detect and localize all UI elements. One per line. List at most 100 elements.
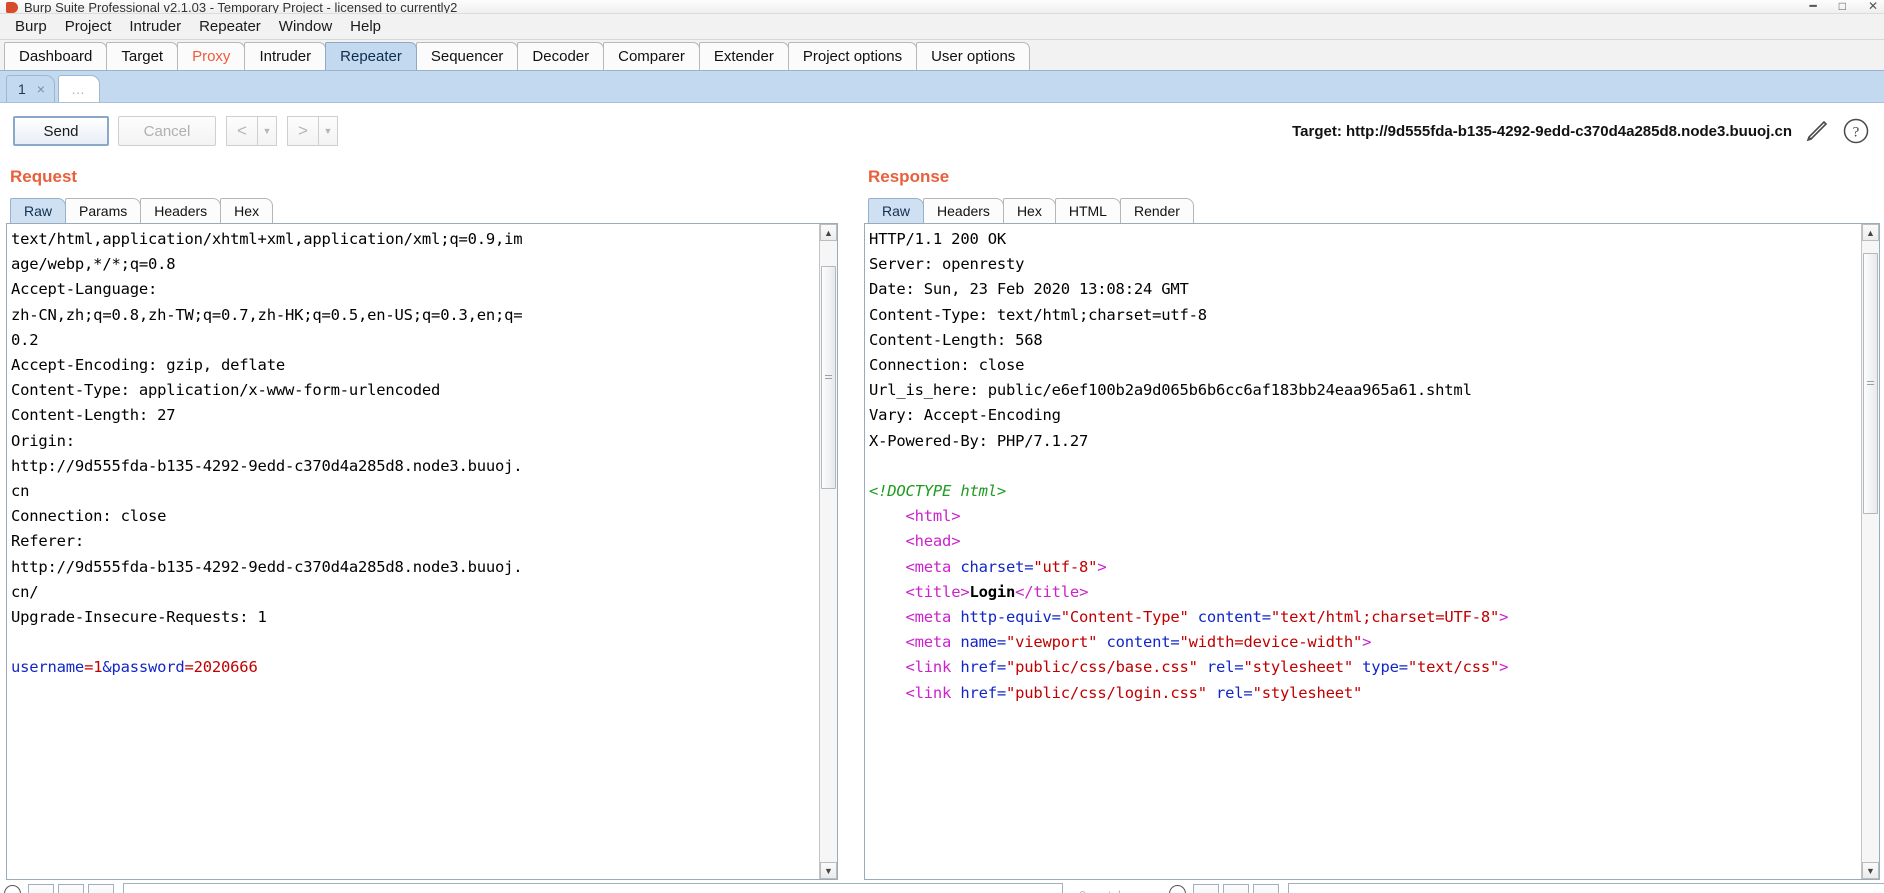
response-editor[interactable]: HTTP/1.1 200 OK Server: openresty Date: Su…: [865, 224, 1861, 879]
magnifier-icon[interactable]: [4, 885, 21, 893]
request-editor[interactable]: text/html,application/xhtml+xml,applicat…: [7, 224, 819, 879]
editor-line: Date: Sun, 23 Feb 2020 13:08:24 GMT: [869, 280, 1189, 299]
tab-dashboard[interactable]: Dashboard: [4, 42, 108, 70]
back-split-button[interactable]: < ▼: [226, 116, 277, 146]
menu-item-help[interactable]: Help: [341, 16, 390, 37]
tab-intruder[interactable]: Intruder: [244, 42, 327, 70]
response-tab-html[interactable]: HTML: [1054, 198, 1121, 223]
editor-line: <meta charset="utf-8">: [905, 557, 1107, 576]
scroll-down-icon[interactable]: ▼: [1862, 862, 1879, 879]
tab-repeater[interactable]: Repeater: [325, 42, 417, 70]
magnifier-icon[interactable]: [1168, 885, 1186, 893]
request-panel: Request Raw Params Headers Hex text/html…: [0, 159, 840, 880]
editor-line: Content-Length: 27: [11, 406, 176, 425]
scroll-track[interactable]: [820, 241, 837, 862]
forward-split-button[interactable]: > ▼: [287, 116, 338, 146]
editor-line: Upgrade-Insecure-Requests: 1: [11, 608, 267, 627]
search-option-3-button[interactable]: [1252, 883, 1279, 893]
editor-line: Accept-Language:: [11, 280, 158, 299]
editor-line: <html>: [905, 507, 961, 526]
tab-decoder[interactable]: Decoder: [517, 42, 605, 70]
editor-line: Connection: close: [11, 507, 167, 526]
chevron-right-icon[interactable]: >: [287, 116, 318, 146]
repeater-tab-1[interactable]: 1 ×: [6, 75, 55, 102]
search-option-2-button[interactable]: [58, 883, 84, 893]
editor-line: http://9d555fda-b135-4292-9edd-c370d4a28…: [11, 557, 523, 576]
response-vertical-scrollbar[interactable]: ▲ ▼: [1861, 224, 1879, 879]
repeater-tab-label: 1: [18, 81, 26, 97]
repeater-tab-new[interactable]: …: [57, 75, 100, 102]
request-tab-hex[interactable]: Hex: [220, 198, 274, 223]
menu-item-window[interactable]: Window: [270, 16, 341, 37]
chevron-down-icon[interactable]: ▼: [257, 116, 277, 146]
scroll-grip-icon: [1867, 380, 1874, 386]
menu-item-burp[interactable]: Burp: [6, 16, 56, 37]
tab-proxy[interactable]: Proxy: [177, 42, 246, 70]
editor-line: text/html,application/xhtml+xml,applicat…: [11, 230, 523, 248]
minimize-icon[interactable]: ━: [1809, 0, 1816, 13]
scroll-grip-icon: [825, 374, 832, 380]
menu-item-project[interactable]: Project: [56, 16, 121, 37]
scroll-track[interactable]: [1862, 241, 1879, 862]
pencil-icon[interactable]: [1804, 118, 1830, 144]
response-tab-headers[interactable]: Headers: [923, 198, 1004, 223]
close-icon[interactable]: ✕: [1868, 0, 1878, 13]
tab-comparer[interactable]: Comparer: [603, 42, 700, 70]
window-controls[interactable]: ━ □ ✕: [1809, 0, 1878, 13]
chevron-down-icon[interactable]: ▼: [318, 116, 338, 146]
editor-line: <link href="public/css/base.css" rel="st…: [905, 658, 1509, 677]
request-tab-params[interactable]: Params: [65, 198, 142, 223]
question-mark-icon[interactable]: ?: [1842, 117, 1870, 145]
cancel-button[interactable]: Cancel: [118, 116, 216, 146]
request-tab-headers[interactable]: Headers: [140, 198, 222, 223]
tab-extender[interactable]: Extender: [698, 42, 789, 70]
maximize-icon[interactable]: □: [1839, 0, 1846, 13]
chevron-left-icon[interactable]: <: [226, 116, 257, 146]
response-tab-render[interactable]: Render: [1119, 198, 1194, 223]
search-option-2-button[interactable]: [1222, 883, 1249, 893]
target-area: Target: http://9d555fda-b135-4292-9edd-c…: [1292, 117, 1870, 145]
request-tab-raw[interactable]: Raw: [10, 198, 67, 223]
menu-item-repeater[interactable]: Repeater: [190, 16, 270, 37]
response-title: Response: [868, 167, 950, 186]
scroll-down-icon[interactable]: ▼: [820, 862, 837, 879]
menu-bar: Burp Project Intruder Repeater Window He…: [0, 14, 1884, 40]
search-option-1-button[interactable]: [28, 883, 54, 893]
panel-divider[interactable]: [840, 159, 862, 880]
editor-line: Content-Type: text/html;charset=utf-8: [869, 305, 1207, 324]
close-icon[interactable]: ×: [37, 81, 45, 97]
response-tab-raw[interactable]: Raw: [868, 198, 925, 223]
response-search-input[interactable]: [1287, 883, 1884, 893]
window-title: Burp Suite Professional v2.1.03 - Tempor…: [24, 0, 458, 14]
editor-line: Content-Type: application/x-www-form-url…: [11, 381, 441, 400]
tab-target[interactable]: Target: [106, 42, 179, 70]
scroll-thumb[interactable]: [1863, 253, 1878, 515]
repeater-tab-strip: 1 × …: [0, 71, 1884, 103]
scroll-thumb[interactable]: [821, 265, 836, 490]
message-panels: Request Raw Params Headers Hex text/html…: [0, 159, 1884, 880]
editor-line: X-Powered-By: PHP/7.1.27: [869, 431, 1089, 450]
target-url-label: Target: http://9d555fda-b135-4292-9edd-c…: [1292, 122, 1792, 140]
send-button[interactable]: Send: [13, 116, 109, 146]
search-option-1-button[interactable]: [1192, 883, 1219, 893]
tab-sequencer[interactable]: Sequencer: [415, 42, 519, 70]
tab-project-options[interactable]: Project options: [787, 42, 918, 70]
request-vertical-scrollbar[interactable]: ▲ ▼: [819, 224, 837, 879]
request-editor-wrap: text/html,application/xhtml+xml,applicat…: [6, 223, 838, 880]
scroll-up-icon[interactable]: ▲: [1862, 224, 1879, 241]
editor-line: username=1&password=2020666: [11, 658, 258, 677]
editor-line: 0.2: [11, 330, 39, 349]
editor-line: <head>: [905, 532, 961, 551]
editor-line: HTTP/1.1 200 OK: [869, 230, 1006, 248]
search-option-3-button[interactable]: [88, 883, 114, 893]
request-search-input[interactable]: [123, 883, 1063, 893]
scroll-up-icon[interactable]: ▲: [820, 224, 837, 241]
response-tab-strip: Raw Headers Hex HTML Render: [862, 196, 1882, 223]
editor-line: zh-CN,zh;q=0.8,zh-TW;q=0.7,zh-HK;q=0.5,e…: [11, 305, 523, 324]
window-title-bar: Burp Suite Professional v2.1.03 - Tempor…: [0, 0, 1884, 14]
response-tab-hex[interactable]: Hex: [1002, 198, 1056, 223]
editor-line: cn/: [11, 582, 39, 601]
menu-item-intruder[interactable]: Intruder: [120, 16, 190, 37]
tab-user-options[interactable]: User options: [916, 42, 1031, 70]
